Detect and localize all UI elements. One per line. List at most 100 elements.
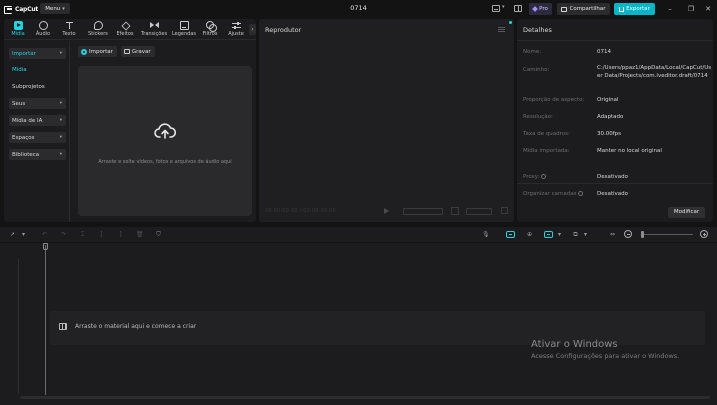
playhead[interactable] xyxy=(45,245,46,395)
timeline-area[interactable]: Arraste o material aqui e comece a criar xyxy=(0,243,717,405)
detail-label-framerate: Taxa de quadros: xyxy=(523,131,570,137)
zoom-slider[interactable] xyxy=(643,234,693,235)
fullscreen-icon[interactable] xyxy=(501,207,508,214)
record-button[interactable]: Gravar xyxy=(120,46,155,57)
timeline-scrollbar[interactable] xyxy=(20,396,710,399)
minimize-icon[interactable]: – xyxy=(664,3,676,15)
camera-icon xyxy=(123,49,130,54)
modify-button[interactable]: Modificar xyxy=(668,207,705,218)
tab-label: Legendas xyxy=(171,31,197,37)
ratio-selector[interactable] xyxy=(466,208,492,215)
film-icon xyxy=(59,323,67,330)
tab-transitions[interactable]: Transições xyxy=(139,20,169,39)
tab-label: Stickers xyxy=(88,31,108,37)
sidebar-item-label: Seus xyxy=(12,100,26,107)
fit-width-icon[interactable]: ⇔ xyxy=(609,231,616,238)
sidebar-item-subprojects[interactable]: Subprojetos xyxy=(12,84,45,90)
detail-label-name: Nome: xyxy=(523,49,542,55)
pro-button[interactable]: Pro xyxy=(529,3,552,15)
detail-label-imported-media: Mídia importada: xyxy=(523,148,570,154)
link-icon[interactable]: ⊕ xyxy=(526,231,533,238)
sidebar-item-import[interactable]: Importar ▾ xyxy=(9,48,66,59)
tab-captions[interactable]: Legendas xyxy=(170,20,198,39)
chevron-down-icon[interactable]: ▾ xyxy=(20,231,27,238)
menu-button[interactable]: Menu ▾ xyxy=(40,3,70,14)
delete-icon[interactable]: 🗑 xyxy=(136,231,144,238)
shield-icon[interactable]: ⛉ xyxy=(155,231,162,238)
split-left-icon[interactable]: [ xyxy=(98,231,105,238)
import-button[interactable]: Importar xyxy=(78,46,117,57)
media-tabs: Mídia Áudio Texto Stickers Efeitos Trans… xyxy=(4,19,256,40)
play-icon[interactable] xyxy=(384,208,389,214)
layout-icon[interactable] xyxy=(514,5,522,12)
import-toolbar: Importar Gravar xyxy=(78,46,155,57)
tab-label: Texto xyxy=(62,31,76,37)
share-icon xyxy=(561,6,568,12)
media-panel: Mídia Áudio Texto Stickers Efeitos Trans… xyxy=(4,19,256,222)
preview-axis-icon[interactable]: ⧉ xyxy=(572,231,579,238)
media-drop-zone[interactable]: Arraste e solte vídeos, fotos e arquivos… xyxy=(78,66,252,216)
tab-filters[interactable]: Filtros xyxy=(199,20,221,39)
notification-dot xyxy=(509,21,512,24)
player-controls: 00:00:00:00 / 00:00:00:00 xyxy=(259,204,514,222)
details-title: Detalhes xyxy=(523,26,552,34)
sidebar-item-yours[interactable]: Seus ▾ xyxy=(9,98,66,109)
detail-value-layers: Desativado xyxy=(597,191,629,197)
tab-label: Áudio xyxy=(35,31,51,37)
sidebar-item-ai-media[interactable]: Mídia de IA ▾ xyxy=(9,115,66,126)
sidebar-item-media[interactable]: Mídia xyxy=(12,67,27,73)
chevron-down-icon[interactable]: ▾ xyxy=(556,231,563,238)
record-label: Gravar xyxy=(131,48,151,55)
tab-text[interactable]: Texto xyxy=(58,20,80,39)
chevron-down-icon[interactable]: ▾ xyxy=(582,231,589,238)
monitor-icon[interactable] xyxy=(492,5,500,12)
playhead-handle[interactable] xyxy=(43,243,48,250)
media-sidenav: Importar ▾ Mídia Subprojetos Seus ▾ Mídi… xyxy=(4,41,70,222)
player-panel: Reprodutor 00:00:00:00 / 00:00:00:00 xyxy=(259,19,514,222)
zoom-out-icon[interactable] xyxy=(624,230,632,238)
main-track-magnet-icon[interactable] xyxy=(506,231,515,238)
restore-icon[interactable]: ❐ xyxy=(685,3,697,15)
capcut-logo-icon xyxy=(4,5,13,14)
tab-audio[interactable]: Áudio xyxy=(32,20,54,39)
zoom-slider-handle[interactable] xyxy=(641,231,644,238)
tab-stickers[interactable]: Stickers xyxy=(84,20,112,39)
info-icon[interactable] xyxy=(577,191,583,196)
zoom-in-icon[interactable] xyxy=(700,230,708,238)
close-icon[interactable]: ✕ xyxy=(702,3,714,15)
split-right-icon[interactable]: ] xyxy=(117,231,124,238)
detail-label-text: Proxy: xyxy=(523,174,540,180)
export-icon xyxy=(619,6,625,12)
detail-value-aspect: Original xyxy=(597,97,619,103)
menu-label: Menu xyxy=(45,5,61,12)
menu-icon[interactable] xyxy=(498,27,505,32)
tab-effects[interactable]: Efeitos xyxy=(113,20,137,39)
cursor-icon[interactable]: ➚ xyxy=(9,231,16,238)
detail-label-proxy: Proxy: xyxy=(523,174,546,180)
undo-icon[interactable]: ↶ xyxy=(41,231,48,238)
chevron-right-icon[interactable]: › xyxy=(249,24,256,35)
microphone-icon[interactable]: 🎙 xyxy=(482,231,490,238)
stickers-icon xyxy=(93,21,103,30)
quality-selector[interactable] xyxy=(403,208,443,215)
timeline-toolbar: ➚ ▾ ↶ ↷ ⌶ [ ] 🗑 ⛉ 🎙 ⊕ ▾ ⧉ ▾ ⇔ xyxy=(0,227,717,242)
sidebar-item-library[interactable]: Biblioteca ▾ xyxy=(9,149,66,160)
title-bar: CapCut Menu ▾ 0714 ▾ Pro Compartilhar Ex… xyxy=(0,0,717,18)
split-icon[interactable]: ⌶ xyxy=(79,231,86,238)
export-button[interactable]: Exportar xyxy=(614,3,655,15)
redo-icon[interactable]: ↷ xyxy=(60,231,67,238)
snap-icon[interactable] xyxy=(544,231,553,238)
import-icon xyxy=(81,48,87,55)
share-button[interactable]: Compartilhar xyxy=(557,3,610,15)
info-icon[interactable] xyxy=(540,174,546,179)
crop-icon[interactable] xyxy=(451,207,459,215)
tab-media[interactable]: Mídia xyxy=(7,20,29,39)
chevron-down-icon: ▾ xyxy=(59,135,62,140)
capcut-logo: CapCut xyxy=(4,4,38,14)
pro-label: Pro xyxy=(539,6,548,12)
sidebar-item-label: Biblioteca xyxy=(12,151,40,158)
chevron-down-icon[interactable]: ▾ xyxy=(502,4,505,10)
track-header-divider xyxy=(18,259,19,394)
sidebar-item-spaces[interactable]: Espaços ▾ xyxy=(9,132,66,143)
tab-adjust[interactable]: Ajuste xyxy=(224,20,248,39)
